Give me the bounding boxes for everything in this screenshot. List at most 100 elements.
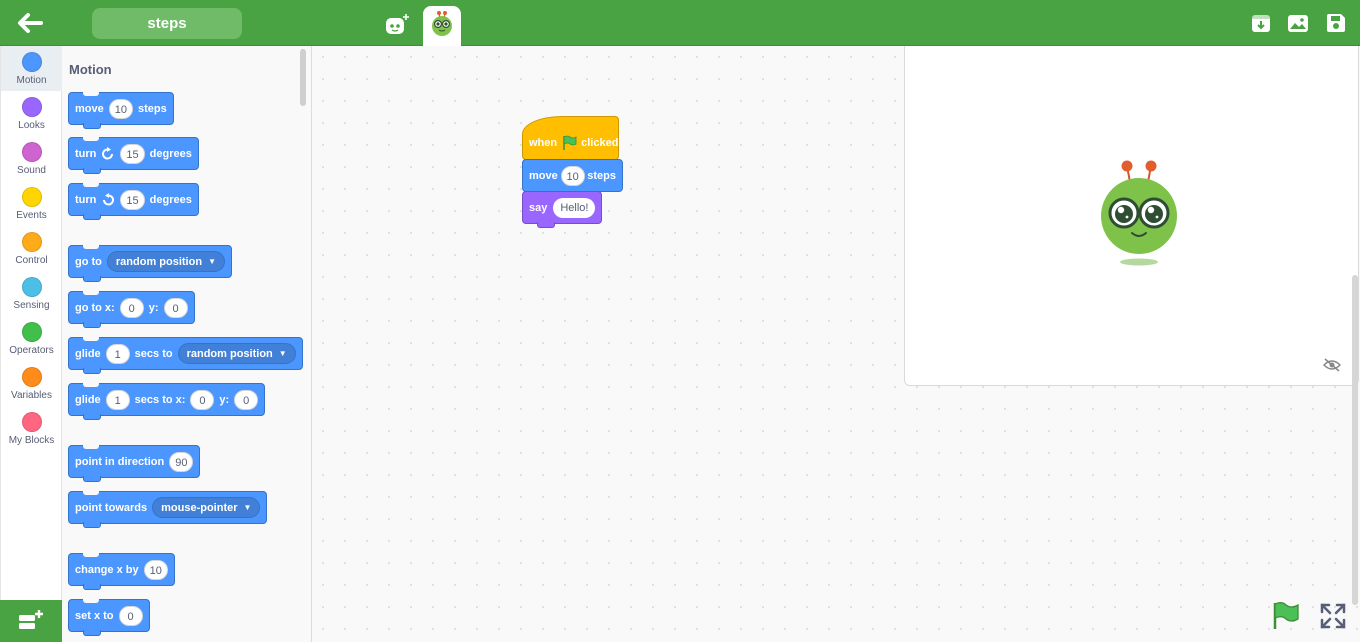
secs-input[interactable]: 1	[105, 343, 130, 364]
control-category-dot	[21, 232, 42, 252]
hide-stage-icon[interactable]	[1322, 358, 1342, 372]
block-label: clicked	[581, 137, 619, 149]
sensing-category-dot	[21, 277, 42, 297]
category-events[interactable]: Events	[1, 181, 62, 226]
stage[interactable]	[904, 46, 1359, 386]
block-label: glide	[75, 347, 101, 360]
degrees-input[interactable]: 15	[120, 189, 145, 210]
y-input[interactable]: 0	[234, 389, 259, 410]
block-label: steps	[138, 102, 167, 115]
block-label: change x by	[75, 563, 139, 576]
category-operators[interactable]: Operators	[1, 316, 62, 361]
block-label: point towards	[75, 501, 148, 514]
save-icon[interactable]	[1325, 12, 1347, 34]
steps-input[interactable]: 10	[560, 165, 585, 186]
change-x-input[interactable]: 10	[143, 559, 168, 580]
category-label: Motion	[16, 75, 47, 86]
move-steps-block[interactable]: move 10 steps	[68, 92, 174, 129]
dropdown-value: mouse-pointer	[161, 501, 238, 514]
block-label: when	[529, 137, 558, 149]
block-label: move	[75, 102, 104, 115]
set-x-input[interactable]: 0	[118, 605, 143, 626]
sprite-tab[interactable]	[423, 6, 461, 46]
block-palette: Motion move 10 steps turn 15 degrees tur…	[62, 46, 312, 642]
glide-to-block[interactable]: glide 1 secs to random position ▼	[68, 337, 303, 374]
dropdown-arrow-icon: ▼	[278, 349, 287, 358]
secs-input[interactable]: 1	[105, 389, 130, 410]
block-label: glide	[75, 393, 101, 406]
category-label: Sound	[17, 165, 46, 176]
set-x-block[interactable]: set x to 0	[68, 599, 150, 636]
workspace-vertical-scrollbar[interactable]	[1352, 275, 1358, 605]
palette-scrollbar[interactable]	[300, 49, 306, 106]
glide-xy-block[interactable]: glide 1 secs to x: 0 y: 0	[68, 383, 266, 420]
block-label: secs to	[134, 347, 173, 360]
project-title-field[interactable]: steps	[92, 8, 242, 39]
block-label: degrees	[149, 193, 192, 206]
block-label: say	[529, 201, 548, 214]
dropdown-value: random position	[186, 347, 273, 360]
say-text-input[interactable]: Hello!	[553, 197, 596, 218]
go-to-target-dropdown[interactable]: random position ▼	[106, 251, 225, 272]
block-label: turn	[75, 147, 97, 160]
category-control[interactable]: Control	[1, 226, 62, 271]
y-input[interactable]: 0	[163, 297, 188, 318]
direction-input[interactable]: 90	[169, 451, 194, 472]
dropdown-arrow-icon: ▼	[243, 503, 252, 512]
block-label: point in direction	[75, 455, 165, 468]
category-label: Looks	[18, 120, 45, 131]
motion-category-dot	[21, 52, 42, 72]
looks-category-dot	[21, 97, 42, 117]
rotate-right-icon	[101, 146, 115, 161]
dropdown-value: random position	[115, 255, 203, 268]
degrees-input[interactable]: 15	[120, 143, 145, 164]
sound-category-dot	[21, 142, 42, 162]
category-variables[interactable]: Variables	[1, 361, 62, 406]
sprite-character[interactable]	[1099, 160, 1179, 271]
go-to-xy-block[interactable]: go to x: 0 y: 0	[68, 291, 195, 328]
category-label: Events	[16, 210, 47, 221]
operators-category-dot	[21, 322, 42, 342]
add-sprite-tab[interactable]	[378, 6, 416, 46]
category-menu: Motion Looks Sound Events Control Sensin…	[0, 46, 62, 600]
category-label: Variables	[11, 390, 52, 401]
category-sound[interactable]: Sound	[1, 136, 62, 181]
x-input[interactable]: 0	[119, 297, 144, 318]
script-move-steps-block[interactable]: move 10 steps	[522, 159, 623, 192]
x-input[interactable]: 0	[190, 389, 215, 410]
fullscreen-icon[interactable]	[1320, 603, 1346, 629]
block-label: move	[529, 169, 558, 182]
when-flag-clicked-block[interactable]: when clicked	[522, 116, 619, 160]
add-extension-button[interactable]	[0, 600, 62, 642]
menu-bar: steps	[0, 0, 1360, 46]
script-say-block[interactable]: say Hello!	[522, 191, 602, 228]
back-arrow-icon[interactable]	[14, 9, 44, 37]
category-looks[interactable]: Looks	[1, 91, 62, 136]
my-blocks-category-dot	[21, 412, 42, 432]
turn-right-block[interactable]: turn 15 degrees	[68, 137, 199, 174]
category-my-blocks[interactable]: My Blocks	[1, 406, 62, 451]
point-towards-dropdown[interactable]: mouse-pointer ▼	[152, 497, 261, 518]
category-label: Operators	[9, 345, 54, 356]
change-x-block[interactable]: change x by 10	[68, 553, 175, 590]
block-label: turn	[75, 193, 97, 206]
block-label: degrees	[149, 147, 192, 160]
variables-category-dot	[21, 367, 42, 387]
block-label: y:	[148, 301, 159, 314]
go-to-block[interactable]: go to random position ▼	[68, 245, 232, 282]
green-flag-icon	[561, 135, 577, 151]
steps-input[interactable]: 10	[108, 98, 133, 119]
backdrop-icon[interactable]	[1287, 12, 1309, 34]
category-sensing[interactable]: Sensing	[1, 271, 62, 316]
category-label: My Blocks	[8, 435, 55, 446]
turn-left-block[interactable]: turn 15 degrees	[68, 183, 199, 220]
point-towards-block[interactable]: point towards mouse-pointer ▼	[68, 491, 268, 528]
block-label: steps	[587, 169, 616, 182]
point-in-direction-block[interactable]: point in direction 90	[68, 445, 201, 482]
rotate-left-icon	[101, 192, 115, 207]
green-flag-run-button[interactable]	[1270, 601, 1300, 631]
save-to-computer-icon[interactable]	[1250, 12, 1272, 34]
block-label: set x to	[75, 609, 114, 622]
glide-target-dropdown[interactable]: random position ▼	[177, 343, 296, 364]
category-motion[interactable]: Motion	[1, 46, 62, 91]
